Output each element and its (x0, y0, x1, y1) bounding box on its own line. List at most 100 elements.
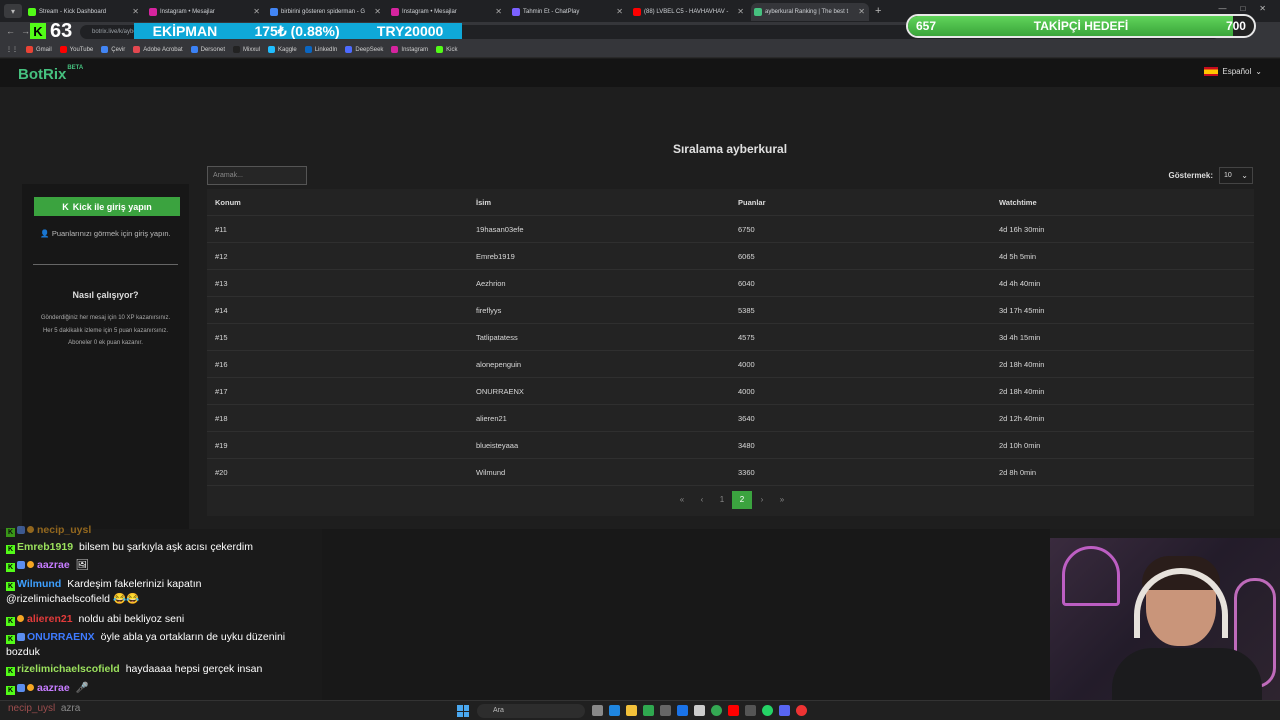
beta-badge: BETA (67, 65, 84, 71)
bookmark-item[interactable]: DeepSeek (345, 46, 383, 53)
rank-cell: #13 (215, 279, 228, 288)
pagination-button[interactable]: 1 (712, 491, 732, 509)
maximize-icon[interactable]: □ (1240, 4, 1245, 13)
pagination-button[interactable]: 2 (732, 491, 752, 509)
pagination-button[interactable]: » (772, 491, 792, 509)
kick-login-button[interactable]: K Kick ile giriş yapın (34, 197, 180, 216)
whatsapp-icon[interactable] (762, 705, 773, 716)
minimize-icon[interactable]: — (1218, 4, 1226, 13)
rank-cell: #15 (215, 333, 228, 342)
chat-username[interactable]: alieren21 (27, 613, 73, 625)
points-cell: 6040 (738, 279, 755, 288)
column-header[interactable]: İsim (476, 189, 491, 216)
sub-badge-icon (17, 684, 25, 692)
page-size-select[interactable]: 10 ⌄ (1219, 167, 1253, 184)
watchtime-cell: 2d 8h 0min (999, 468, 1037, 477)
browser-tab[interactable]: (88) LVBEL C5 - HAVHAVHAV - ✕ (630, 3, 748, 21)
bookmark-item[interactable]: Adobe Acrobat (133, 46, 183, 53)
bookmark-item[interactable]: Instagram (391, 46, 428, 53)
points-cell: 5385 (738, 306, 755, 315)
bookmark-item[interactable]: Kick (436, 46, 457, 53)
app-icon[interactable] (677, 705, 688, 716)
pagination-button[interactable]: › (752, 491, 772, 509)
tab-search-icon[interactable]: ▾ (4, 4, 22, 18)
taskbar-apps (592, 705, 807, 716)
close-tab-icon[interactable]: ✕ (616, 7, 623, 16)
taskbar-search[interactable]: Ara (477, 704, 585, 718)
tab-favicon-icon (633, 8, 641, 16)
chat-username[interactable]: ONURRAENX (27, 631, 95, 643)
task-view-icon[interactable] (592, 705, 603, 716)
table-row: #15 Tatlipatatess 4575 3d 4h 15min (207, 324, 1254, 351)
ranking-table: Konum İsim Puanlar Watchtime #11 19hasan03efe… (207, 189, 1254, 516)
bookmark-item[interactable]: Mixxul (233, 46, 260, 53)
browser-tab[interactable]: Stream - Kick Dashboard ✕ (25, 3, 143, 21)
chrome-icon[interactable] (711, 705, 722, 716)
youtube-icon[interactable] (728, 705, 739, 716)
pagination-button[interactable]: ‹ (692, 491, 712, 509)
user-icon: 👤 (40, 229, 50, 238)
browser-tab[interactable]: Tahmin Et - ChatPlay ✕ (509, 3, 627, 21)
language-selector[interactable]: Español ⌄ (1204, 67, 1262, 76)
watchtime-cell: 2d 18h 40min (999, 360, 1045, 369)
chat-text: haydaaaa hepsi gerçek insan (125, 663, 263, 675)
watchtime-cell: 4d 4h 40min (999, 279, 1041, 288)
pagination-button[interactable]: « (672, 491, 692, 509)
column-header[interactable]: Konum (215, 189, 241, 216)
close-tab-icon[interactable]: ✕ (737, 7, 744, 16)
chat-message: Kalieren21 noldu abi bekliyoz seni (6, 612, 184, 626)
browser-tab[interactable]: birbirini gösteren spiderman - G ✕ (267, 3, 385, 21)
browser-tab[interactable]: Instagram • Mesajlar ✕ (388, 3, 506, 21)
how-it-works-title: Nasıl çalışıyor? (72, 290, 139, 300)
bookmark-item[interactable]: Kaggle (268, 46, 297, 53)
edge-icon[interactable] (609, 705, 620, 716)
discord-icon[interactable] (779, 705, 790, 716)
app-icon[interactable] (745, 705, 756, 716)
close-tab-icon[interactable]: ✕ (253, 7, 260, 16)
windows-start-icon[interactable] (457, 705, 469, 717)
points-cell: 3640 (738, 414, 755, 423)
app-icon[interactable] (796, 705, 807, 716)
bookmark-item[interactable]: Dersonet (190, 46, 225, 53)
bookmark-item[interactable]: Çevir (101, 46, 125, 53)
chat-username[interactable]: rizelimichaelscofield (17, 663, 120, 675)
app-icon[interactable] (694, 705, 705, 716)
points-cell: 3360 (738, 468, 755, 477)
bookmark-item[interactable]: LinkedIn (304, 46, 337, 53)
name-cell: blueisteyaaa (476, 441, 519, 450)
column-header[interactable]: Watchtime (999, 189, 1037, 216)
chat-username[interactable]: aazrae (37, 559, 70, 571)
points-cell: 3480 (738, 441, 755, 450)
column-header[interactable]: Puanlar (738, 189, 766, 216)
rank-cell: #12 (215, 252, 228, 261)
app-icon[interactable] (660, 705, 671, 716)
apps-icon[interactable]: ⋮⋮ (6, 46, 18, 53)
search-input[interactable]: Aramak... (207, 166, 307, 185)
chat-username[interactable]: aazrae (37, 682, 70, 694)
browser-tab[interactable]: Instagram • Mesajlar ✕ (146, 3, 264, 21)
close-tab-icon[interactable]: ✕ (132, 7, 139, 16)
close-window-icon[interactable]: ✕ (1259, 4, 1266, 13)
chat-message: K Wilmund Kardeşim fakelerinizi kapatın (6, 577, 201, 591)
chat-username[interactable]: Wilmund (17, 578, 61, 590)
store-icon[interactable] (643, 705, 654, 716)
sub-badge-icon (17, 633, 25, 641)
close-tab-icon[interactable]: ✕ (495, 7, 502, 16)
tab-favicon-icon (754, 8, 762, 16)
botrix-logo[interactable]: BotRixBETA (18, 65, 84, 83)
bookmark-icon (436, 46, 444, 53)
kick-badge-icon: K (6, 563, 15, 572)
close-tab-icon[interactable]: ✕ (374, 7, 381, 16)
browser-tab[interactable]: ayberkural Ranking | The best t ✕ (751, 3, 869, 21)
site-header: BotRixBETA Español ⌄ (0, 59, 1280, 87)
follower-goal-bar: 657 TAKİPÇİ HEDEFİ 700 (906, 14, 1256, 38)
close-tab-icon[interactable]: ✕ (858, 7, 865, 16)
watchtime-cell: 2d 10h 0min (999, 441, 1041, 450)
file-explorer-icon[interactable] (626, 705, 637, 716)
bookmark-item[interactable]: YouTube (59, 46, 93, 53)
viewer-count: 63 (50, 19, 73, 42)
tab-favicon-icon (512, 8, 520, 16)
chat-username[interactable]: Emreb1919 (17, 541, 73, 553)
bookmark-item[interactable]: Gmail (26, 46, 52, 53)
new-tab-icon[interactable]: + (875, 5, 881, 17)
